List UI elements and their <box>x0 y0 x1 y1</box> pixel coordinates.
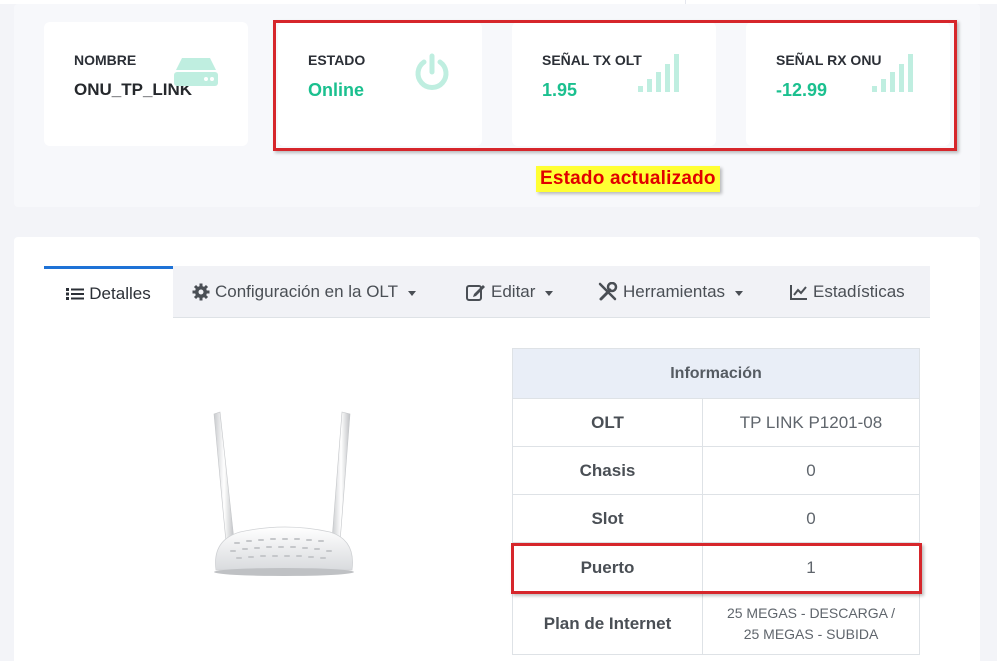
tab-detalles[interactable]: Detalles <box>44 266 173 318</box>
table-row: OLT TP LINK P1201-08 <box>512 398 920 447</box>
chevron-down-icon <box>408 290 417 296</box>
highlight-box-status <box>273 20 957 151</box>
info-key-olt: OLT <box>512 398 703 447</box>
tab-detalles-label: Detalles <box>89 283 151 303</box>
tab-configuracion-olt[interactable]: Configuración en la OLT <box>192 266 417 318</box>
stat-card-nombre: NOMBRE ONU_TP_LINK <box>44 22 248 146</box>
info-key-chasis: Chasis <box>512 446 703 495</box>
info-key-plan: Plan de Internet <box>512 592 703 655</box>
info-key-slot: Slot <box>512 494 703 543</box>
annotation-label: Estado actualizado <box>536 166 720 192</box>
info-value-chasis: 0 <box>702 446 920 495</box>
info-table: Información OLT TP LINK P1201-08 Chasis … <box>512 348 920 655</box>
info-value-slot: 0 <box>702 494 920 543</box>
tools-icon <box>598 282 618 301</box>
tab-estadisticas[interactable]: Estadísticas <box>790 266 905 318</box>
onu-device-image <box>213 411 354 576</box>
edit-icon <box>466 285 485 301</box>
table-row: Chasis 0 <box>512 446 920 495</box>
tab-estadisticas-label: Estadísticas <box>813 282 905 301</box>
tab-herramientas[interactable]: Herramientas <box>598 266 744 318</box>
tab-herramientas-label: Herramientas <box>623 282 726 301</box>
chevron-down-icon <box>545 290 554 296</box>
tab-editar[interactable]: Editar <box>466 266 554 318</box>
tab-editar-label: Editar <box>491 282 536 301</box>
chart-line-icon <box>790 285 807 300</box>
chevron-down-icon <box>735 290 744 296</box>
info-value-plan: 25 MEGAS - DESCARGA / 25 MEGAS - SUBIDA <box>702 592 920 655</box>
plan-line-1: 25 MEGAS - DESCARGA / <box>726 604 896 621</box>
tab-bar: Detalles Configuración en la OLT Editar … <box>44 266 930 318</box>
highlight-box-puerto <box>511 543 922 594</box>
list-icon <box>66 287 85 300</box>
gear-icon <box>192 283 210 301</box>
info-table-header: Información <box>512 348 920 399</box>
info-value-olt: TP LINK P1201-08 <box>702 398 920 447</box>
router-icon <box>174 58 218 86</box>
plan-line-2: 25 MEGAS - SUBIDA <box>743 625 879 642</box>
tab-configuracion-olt-label: Configuración en la OLT <box>215 282 399 301</box>
table-row: Plan de Internet 25 MEGAS - DESCARGA / 2… <box>512 592 920 655</box>
table-row: Slot 0 <box>512 494 920 543</box>
stat-label-nombre: NOMBRE <box>74 52 137 68</box>
